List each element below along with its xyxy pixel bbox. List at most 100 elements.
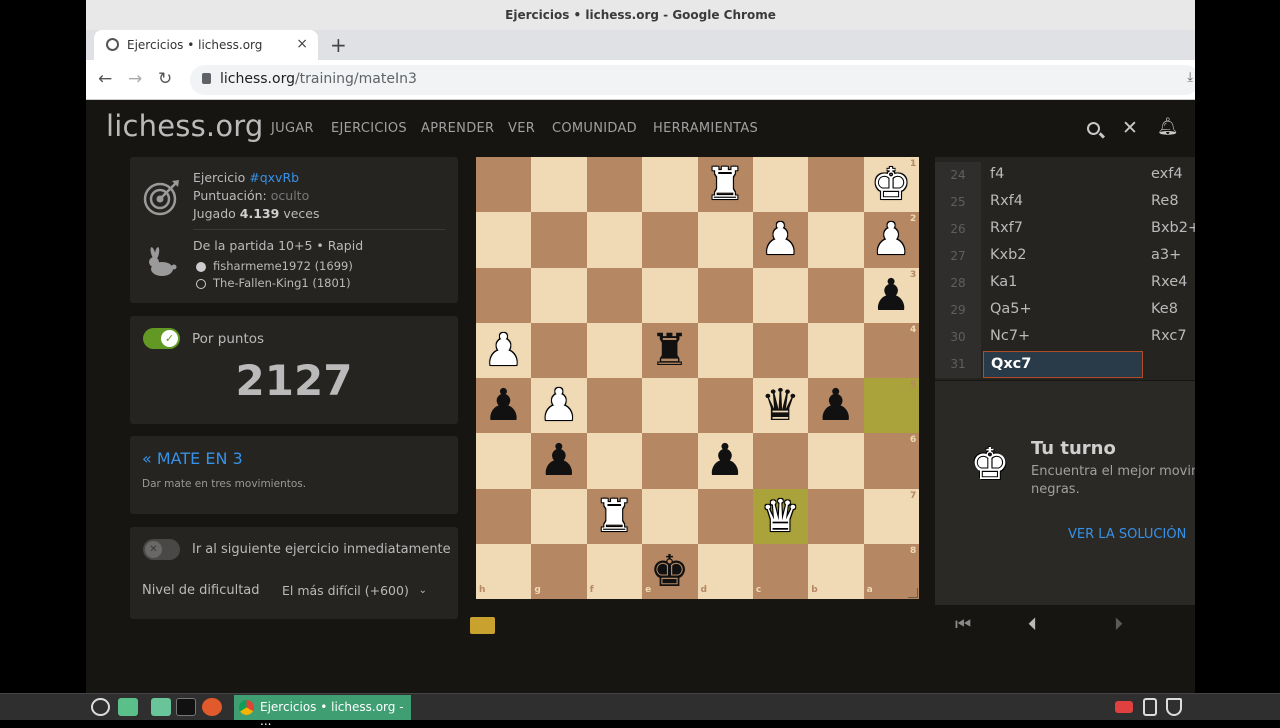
black-pawn-g6[interactable]: ♟ — [531, 433, 586, 488]
square-e7[interactable] — [642, 488, 698, 544]
square-g3[interactable] — [531, 267, 587, 323]
square-b4[interactable] — [808, 322, 864, 378]
white-pawn-g5[interactable]: ♟ — [531, 378, 586, 433]
menu-icon[interactable] — [91, 698, 110, 716]
clipboard-icon[interactable] — [1143, 698, 1157, 716]
black-move[interactable]: Re8 — [1151, 193, 1179, 209]
white-move[interactable]: Kxb2 — [990, 247, 1027, 263]
view-solution-button[interactable]: VER LA SOLUCIÓN — [1068, 527, 1186, 542]
show-desktop-icon[interactable] — [118, 698, 138, 716]
terminal-icon[interactable] — [176, 698, 196, 716]
menu-herramientas[interactable]: HERRAMIENTAS — [653, 121, 758, 136]
black-rook-e4[interactable]: ♜ — [642, 323, 697, 378]
black-king-e8[interactable]: ♚ — [642, 544, 697, 599]
download-icon[interactable]: ⤓ — [1187, 70, 1193, 85]
camera-icon[interactable] — [1115, 701, 1133, 713]
white-move[interactable]: Rxf7 — [990, 220, 1023, 236]
white-king-a1[interactable]: ♚ — [864, 157, 919, 212]
white-rook-f7[interactable]: ♜ — [587, 489, 642, 544]
square-b2[interactable] — [808, 212, 864, 268]
square-d2[interactable] — [697, 212, 753, 268]
next-move-icon[interactable]: ⏵ — [1114, 614, 1123, 635]
first-move-icon[interactable]: ⏮ — [955, 614, 971, 635]
square-f5[interactable] — [586, 378, 643, 434]
prev-move-icon[interactable]: ⏴ — [1028, 614, 1037, 635]
black-move[interactable]: a3+ — [1151, 247, 1181, 263]
white-pawn-h4[interactable]: ♟ — [476, 323, 531, 378]
square-g2[interactable] — [531, 212, 587, 268]
square-c6[interactable] — [752, 433, 809, 489]
white-move[interactable]: f4 — [990, 166, 1004, 182]
square-d3[interactable] — [697, 267, 753, 323]
square-e3[interactable] — [642, 267, 698, 323]
file-manager-icon[interactable] — [151, 698, 171, 716]
square-f8[interactable] — [586, 543, 643, 599]
square-b7[interactable] — [808, 488, 864, 544]
square-g7[interactable] — [531, 488, 587, 544]
black-move[interactable]: exf4 — [1151, 166, 1183, 182]
back-icon[interactable]: ← — [98, 69, 112, 89]
square-c1[interactable] — [752, 157, 809, 213]
url-field[interactable]: lichess.org/training/mateIn3 — [190, 65, 1195, 95]
black-pawn-a3[interactable]: ♟ — [864, 268, 919, 323]
chess-board[interactable]: 1 2 3 4 5 6 7 h g f e d c b a 8 ♜ ♚ ♟ ♟ ♟ ♟ ♜ ♟ ♟ ♛ ♟ ♟ ♟ ♜ ♛ ♚ — [476, 157, 919, 599]
browser-tab[interactable]: Ejercicios • lichess.org × — [94, 30, 318, 60]
white-pawn-c2[interactable]: ♟ — [753, 212, 808, 267]
black-move[interactable]: Ke8 — [1151, 301, 1178, 317]
white-pawn-a2[interactable]: ♟ — [864, 212, 919, 267]
taskbar-chrome-app[interactable]: Ejercicios • lichess.org - ... — [234, 695, 411, 728]
black-player[interactable]: The-Fallen-King1 (1801) — [213, 276, 351, 290]
white-player[interactable]: fisharmeme1972 (1699) — [213, 259, 353, 273]
square-f1[interactable] — [586, 157, 643, 213]
square-f4[interactable] — [586, 322, 643, 378]
white-rook-d1[interactable]: ♜ — [698, 157, 753, 212]
square-d5[interactable] — [697, 378, 753, 434]
puzzle-id-link[interactable]: #qxvRb — [249, 170, 299, 185]
black-queen-c5[interactable]: ♛ — [753, 378, 808, 433]
auto-next-toggle[interactable]: ✕ — [143, 539, 180, 560]
black-move[interactable]: Rxe4 — [1151, 274, 1187, 290]
square-h3[interactable] — [476, 267, 532, 323]
menu-comunidad[interactable]: COMUNIDAD — [552, 121, 637, 136]
rated-toggle[interactable]: ✓ — [143, 328, 180, 349]
square-f3[interactable] — [586, 267, 643, 323]
white-move[interactable]: Nc7+ — [990, 328, 1030, 344]
square-h1[interactable] — [476, 157, 532, 213]
menu-aprender[interactable]: APRENDER — [421, 121, 494, 136]
square-e2[interactable] — [642, 212, 698, 268]
site-logo[interactable]: lichess.org — [106, 109, 263, 143]
square-c3[interactable] — [752, 267, 809, 323]
shield-icon[interactable] — [1166, 698, 1182, 716]
challenge-swords-icon[interactable]: ✕ — [1122, 117, 1138, 139]
black-pawn-h5[interactable]: ♟ — [476, 378, 531, 433]
white-move[interactable]: Qxc7 — [983, 351, 1143, 378]
white-move[interactable]: Rxf4 — [990, 193, 1023, 209]
menu-ejercicios[interactable]: EJERCICIOS — [331, 121, 407, 136]
square-b1[interactable] — [808, 157, 864, 213]
square-g4[interactable] — [531, 322, 587, 378]
square-b3[interactable] — [808, 267, 864, 323]
white-move[interactable]: Qa5+ — [990, 301, 1032, 317]
white-move[interactable]: Ka1 — [990, 274, 1017, 290]
square-e1[interactable] — [642, 157, 698, 213]
theme-title[interactable]: « MATE EN 3 — [142, 449, 243, 468]
square-d7[interactable] — [697, 488, 753, 544]
firefox-icon[interactable] — [202, 698, 222, 716]
difficulty-select[interactable]: El más difícil (+600) ⌄ — [270, 577, 435, 605]
menu-ver[interactable]: VER — [508, 121, 535, 136]
game-info[interactable]: De la partida 10+5 • Rapid — [193, 238, 363, 253]
black-move[interactable]: Bxb2+ — [1151, 220, 1195, 236]
square-b6[interactable] — [808, 433, 864, 489]
black-move[interactable]: Rxc7 — [1151, 328, 1187, 344]
board-resize-handle[interactable] — [908, 588, 918, 598]
white-queen-c7[interactable]: ♛ — [753, 489, 808, 544]
square-g1[interactable] — [531, 157, 587, 213]
notifications-bell-icon[interactable]: 🔔︎ — [1157, 117, 1179, 137]
square-h2[interactable] — [476, 212, 532, 268]
square-h7[interactable] — [476, 488, 532, 544]
square-f6[interactable] — [586, 433, 643, 489]
reload-icon[interactable]: ↻ — [158, 69, 172, 89]
square-e6[interactable] — [642, 433, 698, 489]
menu-jugar[interactable]: JUGAR — [271, 121, 314, 136]
square-f2[interactable] — [586, 212, 643, 268]
